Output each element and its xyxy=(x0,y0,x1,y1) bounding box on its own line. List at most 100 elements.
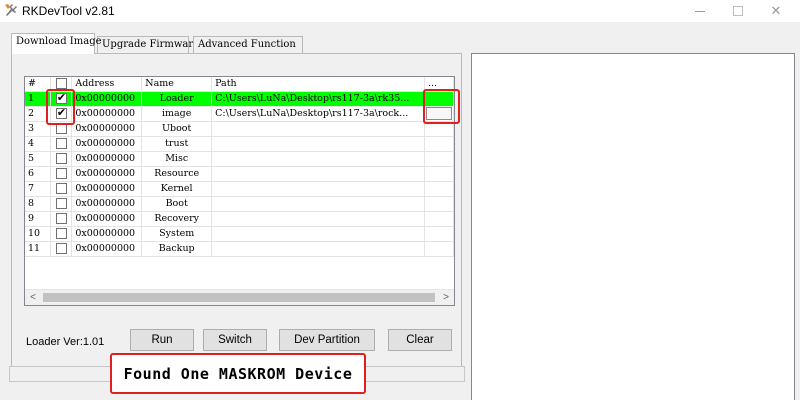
column-header-browse[interactable]: ... xyxy=(424,77,454,92)
table-body: 10x00000000LoaderC:\Users\LuNa\Desktop\r… xyxy=(25,91,454,257)
scroll-thumb[interactable] xyxy=(43,293,435,302)
rk-tool-icon xyxy=(5,4,17,16)
minimize-icon xyxy=(695,10,705,12)
row-browse-cell xyxy=(424,211,454,227)
row-checkbox[interactable] xyxy=(55,106,67,119)
row-name[interactable]: Loader xyxy=(141,91,213,107)
row-checkbox[interactable] xyxy=(55,243,67,254)
table-row[interactable]: 1 0x00000000LoaderC:\Users\LuNa\Desktop\r… xyxy=(25,91,454,107)
row-browse-cell xyxy=(424,136,454,152)
clear-button[interactable]: Clear xyxy=(388,329,452,351)
run-button[interactable]: Run xyxy=(130,329,194,351)
row-number: 11 xyxy=(25,241,52,257)
row-address[interactable]: 0x00000000 xyxy=(71,151,143,167)
row-check-cell xyxy=(50,241,73,257)
row-address[interactable]: 0x00000000 xyxy=(71,91,143,107)
row-path[interactable] xyxy=(211,136,425,152)
switch-button[interactable]: Switch xyxy=(203,329,267,351)
row-path[interactable] xyxy=(211,151,425,167)
row-name[interactable]: Boot xyxy=(141,196,213,212)
row-number: 4 xyxy=(25,136,52,152)
row-checkbox[interactable] xyxy=(55,213,67,224)
row-check-cell xyxy=(50,136,73,152)
row-checkbox[interactable] xyxy=(55,153,67,164)
scroll-left-icon[interactable]: < xyxy=(25,291,41,305)
row-number: 9 xyxy=(25,211,52,227)
column-header-name[interactable]: Name xyxy=(141,77,213,92)
table-row[interactable]: 5 0x00000000 Misc xyxy=(25,151,454,167)
row-path[interactable] xyxy=(211,241,425,257)
title-bar: RKDevTool v2.81 ✕ xyxy=(0,0,800,22)
row-browse-button[interactable] xyxy=(425,92,452,105)
row-address[interactable]: 0x00000000 xyxy=(71,136,143,152)
row-name[interactable]: Kernel xyxy=(141,181,213,197)
maximize-button[interactable] xyxy=(718,0,758,22)
row-checkbox[interactable] xyxy=(55,183,67,194)
row-browse-cell xyxy=(424,91,454,107)
column-header-path[interactable]: Path xyxy=(211,77,425,92)
select-all-checkbox[interactable] xyxy=(55,78,67,90)
row-path[interactable] xyxy=(211,196,425,212)
tab-advanced-function[interactable]: Advanced Function xyxy=(193,36,303,53)
table-row[interactable]: 2 0x00000000imageC:\Users\LuNa\Desktop\rs… xyxy=(25,106,454,122)
row-address[interactable]: 0x00000000 xyxy=(71,226,143,242)
scroll-right-icon[interactable]: > xyxy=(438,291,454,305)
table-row[interactable]: 4 0x00000000 trust xyxy=(25,136,454,152)
table-row[interactable]: 3 0x00000000 Uboot xyxy=(25,121,454,137)
row-path[interactable]: C:\Users\LuNa\Desktop\rs117-3a\rk35... xyxy=(211,91,425,107)
row-browse-button[interactable] xyxy=(425,107,452,120)
row-name[interactable]: image xyxy=(141,106,213,122)
dev-partition-button[interactable]: Dev Partition xyxy=(279,329,375,351)
row-path[interactable]: C:\Users\LuNa\Desktop\rs117-3a\rock... xyxy=(211,106,425,122)
table-row[interactable]: 10 0x00000000 System xyxy=(25,226,454,242)
row-address[interactable]: 0x00000000 xyxy=(71,106,143,122)
row-path[interactable] xyxy=(211,211,425,227)
row-address[interactable]: 0x00000000 xyxy=(71,196,143,212)
row-checkbox[interactable] xyxy=(55,198,67,209)
table-row[interactable]: 8 0x00000000 Boot xyxy=(25,196,454,212)
row-path[interactable] xyxy=(211,166,425,182)
row-check-cell xyxy=(50,196,73,212)
row-number: 1 xyxy=(25,91,52,107)
row-check-cell xyxy=(50,121,73,137)
status-message: Found One MASKROM Device xyxy=(110,353,366,394)
row-name[interactable]: Resource xyxy=(141,166,213,182)
row-name[interactable]: trust xyxy=(141,136,213,152)
row-name[interactable]: Backup xyxy=(141,241,213,257)
image-table: # Address Name Path ... 10x00000000Loade… xyxy=(25,77,454,257)
row-address[interactable]: 0x00000000 xyxy=(71,241,143,257)
row-address[interactable]: 0x00000000 xyxy=(71,181,143,197)
close-button[interactable]: ✕ xyxy=(756,0,796,22)
row-address[interactable]: 0x00000000 xyxy=(71,211,143,227)
horizontal-scrollbar[interactable]: < > xyxy=(25,289,454,305)
table-row[interactable]: 11 0x00000000 Backup xyxy=(25,241,454,257)
row-path[interactable] xyxy=(211,121,425,137)
row-name[interactable]: Misc xyxy=(141,151,213,167)
log-output-pane[interactable] xyxy=(471,53,795,400)
table-row[interactable]: 9 0x00000000 Recovery xyxy=(25,211,454,227)
row-name[interactable]: Recovery xyxy=(141,211,213,227)
row-checkbox[interactable] xyxy=(55,228,67,239)
row-name[interactable]: Uboot xyxy=(141,121,213,137)
tab-download-image[interactable]: Download Image xyxy=(11,33,102,54)
row-name[interactable]: System xyxy=(141,226,213,242)
row-browse-cell xyxy=(424,226,454,242)
row-path[interactable] xyxy=(211,226,425,242)
row-checkbox[interactable] xyxy=(55,123,67,134)
row-path[interactable] xyxy=(211,181,425,197)
row-address[interactable]: 0x00000000 xyxy=(71,121,143,137)
column-header-address[interactable]: Address xyxy=(71,77,143,92)
tab-upgrade-firmware[interactable]: Upgrade Firmware xyxy=(97,36,199,53)
table-row[interactable]: 7 0x00000000 Kernel xyxy=(25,181,454,197)
row-address[interactable]: 0x00000000 xyxy=(71,166,143,182)
window-title: RKDevTool v2.81 xyxy=(22,4,115,18)
row-check-cell xyxy=(50,91,73,107)
column-header-num[interactable]: # xyxy=(25,77,52,92)
row-checkbox[interactable] xyxy=(55,168,67,179)
row-checkbox[interactable] xyxy=(55,138,67,149)
row-checkbox[interactable] xyxy=(55,91,67,104)
image-list-grid: # Address Name Path ... 10x00000000Loade… xyxy=(24,76,455,306)
minimize-button[interactable] xyxy=(680,0,720,22)
table-row[interactable]: 6 0x00000000 Resource xyxy=(25,166,454,182)
column-header-check[interactable] xyxy=(50,77,73,92)
